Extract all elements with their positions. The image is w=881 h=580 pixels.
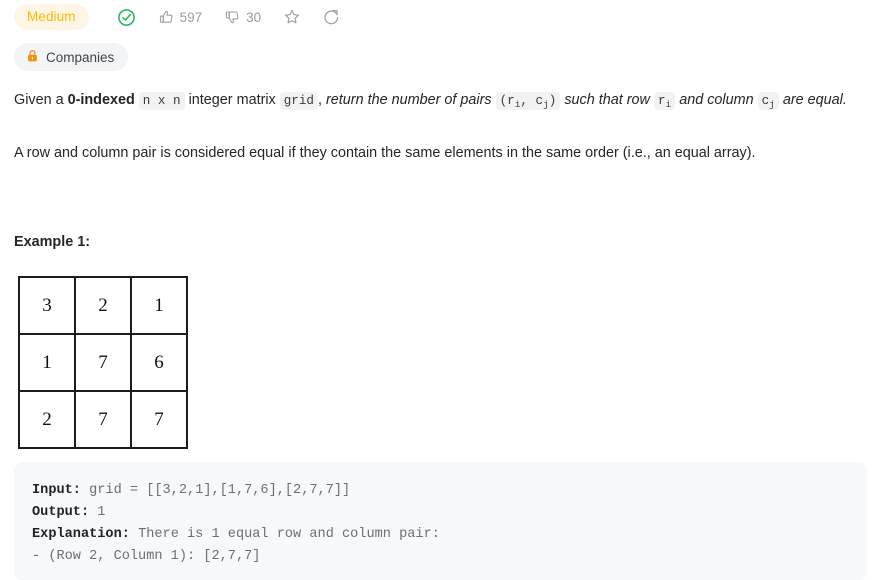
- text-return-number-of-pairs: return the number of pairs: [325, 92, 496, 108]
- matrix-cell: 1: [18, 333, 76, 392]
- input-value: grid = [[3,2,1],[1,7,6],[2,7,7]]: [80, 483, 351, 498]
- matrix-cell: 3: [18, 276, 76, 335]
- share-icon: [323, 8, 341, 26]
- tag-row: Companies: [14, 43, 129, 71]
- code-cj-sub: j: [769, 99, 775, 110]
- code-line-output: Output: 1: [32, 502, 849, 524]
- thumbs-down-icon: [224, 9, 241, 26]
- solved-status-button[interactable]: [117, 8, 136, 27]
- output-value: 1: [89, 505, 106, 520]
- code-pair-sub-i: i: [514, 99, 521, 110]
- code-grid: grid: [279, 92, 318, 110]
- companies-tag-button[interactable]: Companies: [14, 43, 129, 71]
- example-heading: Example 1:: [14, 234, 90, 250]
- code-ri-sub: i: [665, 99, 672, 110]
- text-integer-matrix: integer matrix: [184, 92, 280, 108]
- dislike-count: 30: [246, 9, 262, 25]
- code-pair-open: (r: [499, 94, 515, 108]
- thumbs-up-icon: [158, 9, 175, 26]
- explanation-value: There is 1 equal row and column pair:: [129, 527, 440, 542]
- example-code-block: Input: grid = [[3,2,1],[1,7,6],[2,7,7]] O…: [14, 462, 867, 580]
- explanation-label: Explanation:: [32, 527, 130, 542]
- star-icon: [283, 8, 301, 26]
- favorite-button[interactable]: [283, 8, 301, 26]
- lock-icon: [26, 49, 39, 66]
- text-and-column: and column: [675, 92, 758, 108]
- matrix-cell: 7: [74, 333, 132, 392]
- text-such-that-row: such that row: [560, 92, 654, 108]
- problem-statement: Given a 0-indexed n x n integer matrix g…: [14, 88, 859, 166]
- matrix-cell: 2: [18, 390, 76, 449]
- code-n-x-n: n x n: [138, 92, 185, 110]
- output-label: Output:: [32, 505, 90, 520]
- code-cj: cj: [757, 92, 779, 110]
- like-button[interactable]: 597: [158, 9, 203, 26]
- text-given-a: Given a: [14, 92, 68, 108]
- code-pair-mid: , c: [520, 94, 544, 108]
- share-button[interactable]: [323, 8, 341, 26]
- code-line-input: Input: grid = [[3,2,1],[1,7,6],[2,7,7]]: [32, 480, 849, 502]
- matrix-cell: 6: [130, 333, 188, 392]
- circle-check-icon: [117, 8, 136, 27]
- code-pair-ri-cj: (ri, cj): [495, 92, 561, 110]
- text-comma: ,: [317, 92, 326, 108]
- like-count: 597: [179, 9, 203, 25]
- code-pair-sub-j: j: [543, 99, 549, 110]
- code-ri-base: r: [657, 94, 666, 108]
- code-line-explanation: Explanation: There is 1 equal row and co…: [32, 524, 849, 546]
- table-row: 3 2 1: [18, 276, 188, 335]
- matrix-cell: 7: [74, 390, 132, 449]
- problem-meta-row: Medium 597 30: [14, 4, 341, 30]
- matrix-cell: 1: [130, 276, 188, 335]
- input-label: Input:: [32, 483, 81, 498]
- example-matrix-figure: 3 2 1 1 7 6 2 7 7: [18, 276, 188, 449]
- companies-tag-label: Companies: [46, 49, 115, 65]
- code-ri: ri: [653, 92, 676, 110]
- difficulty-badge[interactable]: Medium: [14, 4, 89, 30]
- text-zero-indexed: 0-indexed: [67, 92, 135, 108]
- problem-description-panel: Medium 597 30 Companies Given a 0-indexe…: [0, 0, 881, 580]
- matrix-cell: 2: [74, 276, 132, 335]
- code-line-explanation-detail: - (Row 2, Column 1): [2,7,7]: [32, 549, 261, 564]
- text-are-equal: are equal.: [778, 92, 847, 108]
- code-pair-close: ): [548, 94, 557, 108]
- statement-paragraph-2: A row and column pair is considered equa…: [14, 145, 756, 161]
- statement-paragraph-1: Given a 0-indexed n x n integer matrix g…: [14, 88, 859, 114]
- matrix-cell: 7: [130, 390, 188, 449]
- dislike-button[interactable]: 30: [224, 9, 261, 26]
- table-row: 2 7 7: [18, 390, 188, 449]
- table-row: 1 7 6: [18, 333, 188, 392]
